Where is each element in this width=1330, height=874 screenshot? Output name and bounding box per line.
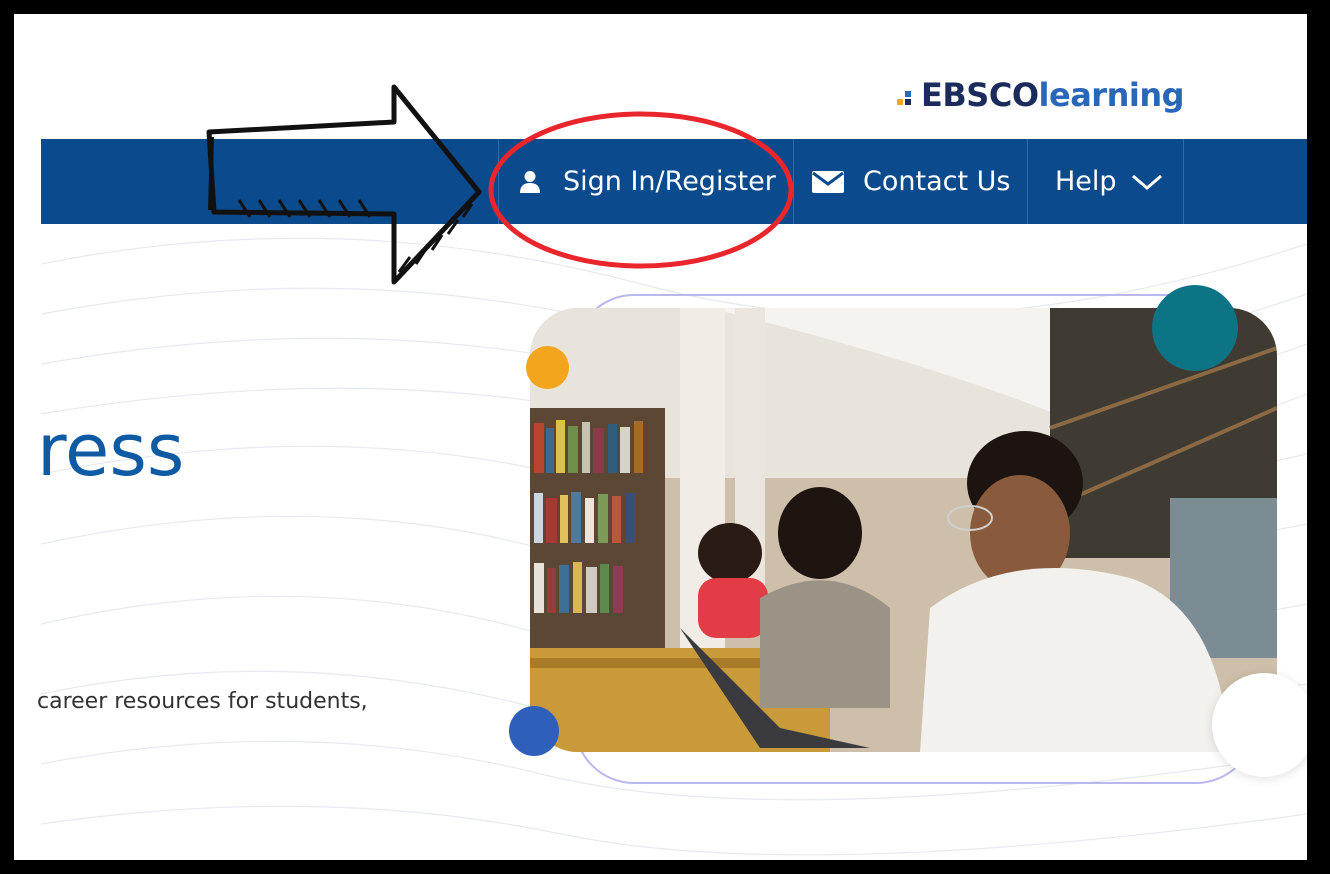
help-dropdown[interactable]: Help <box>1055 139 1163 224</box>
blue-dot-decoration <box>509 706 559 756</box>
hero-photo <box>530 308 1277 752</box>
hand-drawn-arrow-annotation <box>206 84 482 285</box>
logo-mark-icon <box>897 86 919 108</box>
chevron-down-icon <box>1131 174 1162 190</box>
envelope-icon <box>812 170 844 193</box>
teal-dot-decoration <box>1152 285 1238 371</box>
contact-us-link[interactable]: Contact Us <box>811 139 1010 224</box>
nav-divider <box>1183 139 1184 224</box>
logo-text-ebsco: EBSCO <box>921 76 1039 114</box>
help-label: Help <box>1055 166 1117 197</box>
logo-text-learning: learning <box>1038 76 1185 114</box>
ebsco-learning-logo[interactable]: EBSCOlearning <box>897 76 1185 114</box>
hero-subtext: career resources for students, <box>37 689 368 714</box>
white-dot-decoration <box>1212 673 1307 777</box>
hero-heading: ress <box>37 408 185 492</box>
nav-divider <box>1027 139 1028 224</box>
contact-us-label: Contact Us <box>863 166 1011 197</box>
library-scene-illustration <box>530 308 1277 752</box>
orange-dot-decoration <box>526 346 569 389</box>
red-circle-highlight <box>488 111 794 269</box>
screenshot-frame: EBSCOlearning Sign In/Register Contact U… <box>14 14 1307 860</box>
